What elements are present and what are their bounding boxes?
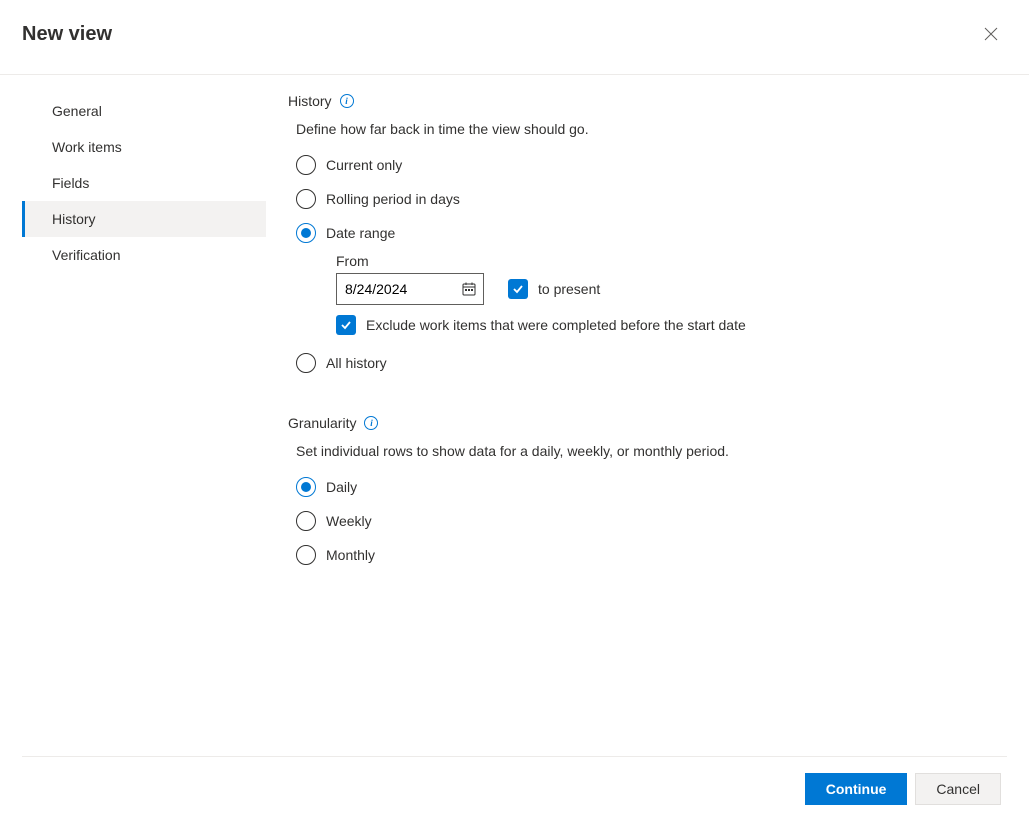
to-present-checkbox[interactable] bbox=[508, 279, 528, 299]
dialog-header: New view bbox=[0, 0, 1029, 75]
radio-icon bbox=[296, 477, 316, 497]
from-date-input-wrap[interactable] bbox=[336, 273, 484, 305]
exclude-checkbox[interactable] bbox=[336, 315, 356, 335]
close-icon bbox=[984, 27, 998, 41]
radio-label: All history bbox=[326, 355, 387, 371]
to-present-row: to present bbox=[508, 279, 600, 299]
granularity-section-title: Granularity i bbox=[288, 415, 999, 431]
close-button[interactable] bbox=[975, 18, 1007, 50]
radio-current-only[interactable]: Current only bbox=[296, 155, 999, 175]
radio-label: Monthly bbox=[326, 547, 375, 563]
history-section-title: History i bbox=[288, 93, 999, 109]
history-radio-group: Current only Rolling period in days Date… bbox=[288, 155, 999, 373]
history-title-text: History bbox=[288, 93, 332, 109]
granularity-radio-group: Daily Weekly Monthly bbox=[288, 477, 999, 565]
radio-label: Daily bbox=[326, 479, 357, 495]
checkmark-icon bbox=[512, 283, 524, 295]
radio-icon bbox=[296, 223, 316, 243]
radio-label: Date range bbox=[326, 225, 395, 241]
calendar-icon[interactable] bbox=[461, 281, 477, 297]
dialog-content: General Work items Fields History Verifi… bbox=[0, 75, 1029, 579]
continue-button[interactable]: Continue bbox=[805, 773, 908, 805]
sidebar-item-general[interactable]: General bbox=[22, 93, 266, 129]
radio-daily[interactable]: Daily bbox=[296, 477, 999, 497]
radio-date-range[interactable]: Date range bbox=[296, 223, 999, 243]
sidebar-item-work-items[interactable]: Work items bbox=[22, 129, 266, 165]
date-row: to present bbox=[336, 273, 999, 305]
granularity-desc: Set individual rows to show data for a d… bbox=[288, 443, 999, 459]
radio-weekly[interactable]: Weekly bbox=[296, 511, 999, 531]
main-panel: History i Define how far back in time th… bbox=[266, 93, 1029, 579]
radio-icon bbox=[296, 511, 316, 531]
to-present-label: to present bbox=[538, 281, 600, 297]
cancel-button[interactable]: Cancel bbox=[915, 773, 1001, 805]
radio-all-history[interactable]: All history bbox=[296, 353, 999, 373]
from-date-input[interactable] bbox=[345, 281, 445, 297]
page-title: New view bbox=[22, 23, 112, 46]
info-icon[interactable]: i bbox=[364, 416, 378, 430]
radio-icon bbox=[296, 545, 316, 565]
checkmark-icon bbox=[340, 319, 352, 331]
info-icon[interactable]: i bbox=[340, 94, 354, 108]
history-desc: Define how far back in time the view sho… bbox=[288, 121, 999, 137]
exclude-label: Exclude work items that were completed b… bbox=[366, 317, 746, 333]
sidebar: General Work items Fields History Verifi… bbox=[0, 93, 266, 579]
radio-label: Rolling period in days bbox=[326, 191, 460, 207]
dialog-footer: Continue Cancel bbox=[22, 756, 1007, 821]
date-range-subform: From to present bbox=[296, 253, 999, 335]
radio-icon bbox=[296, 353, 316, 373]
radio-rolling-period[interactable]: Rolling period in days bbox=[296, 189, 999, 209]
granularity-title-text: Granularity bbox=[288, 415, 356, 431]
sidebar-item-history[interactable]: History bbox=[22, 201, 266, 237]
radio-monthly[interactable]: Monthly bbox=[296, 545, 999, 565]
sidebar-item-fields[interactable]: Fields bbox=[22, 165, 266, 201]
radio-label: Current only bbox=[326, 157, 402, 173]
exclude-row: Exclude work items that were completed b… bbox=[336, 315, 999, 335]
from-label: From bbox=[336, 253, 999, 269]
radio-icon bbox=[296, 189, 316, 209]
radio-label: Weekly bbox=[326, 513, 372, 529]
radio-icon bbox=[296, 155, 316, 175]
sidebar-item-verification[interactable]: Verification bbox=[22, 237, 266, 273]
